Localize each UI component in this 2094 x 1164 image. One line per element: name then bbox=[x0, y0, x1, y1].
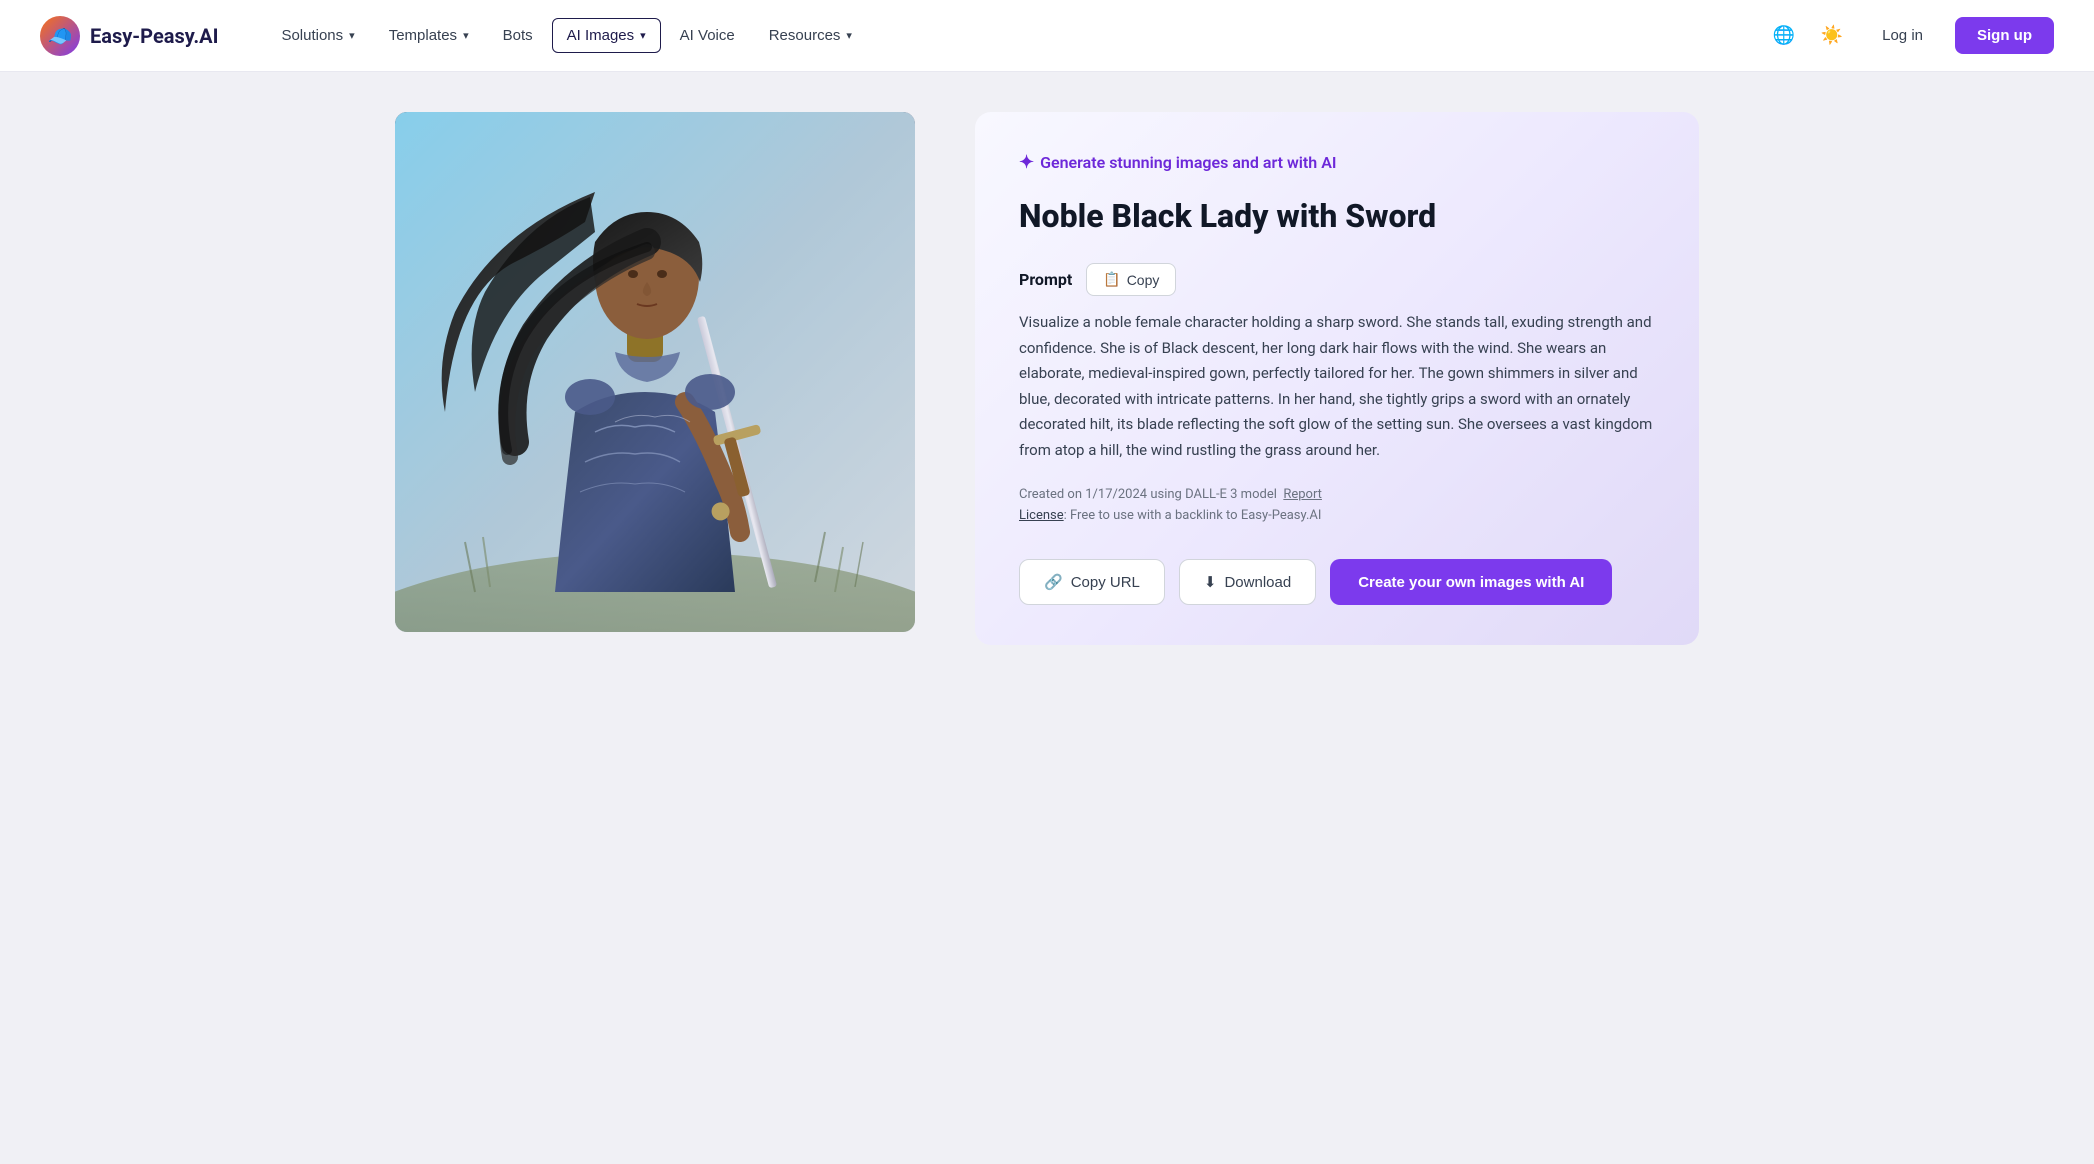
nav-ai-images[interactable]: AI Images ▾ bbox=[552, 18, 661, 53]
license-info: License: Free to use with a backlink to … bbox=[1019, 508, 1655, 523]
nav-resources[interactable]: Resources ▾ bbox=[754, 18, 867, 53]
license-link[interactable]: License bbox=[1019, 508, 1064, 523]
chevron-down-icon: ▾ bbox=[640, 29, 646, 42]
prompt-label: Prompt bbox=[1019, 270, 1072, 289]
signup-button[interactable]: Sign up bbox=[1955, 17, 2054, 54]
chevron-down-icon: ▾ bbox=[349, 29, 355, 42]
nav-ai-voice[interactable]: AI Voice bbox=[665, 18, 750, 53]
copy-url-button[interactable]: 🔗 Copy URL bbox=[1019, 559, 1165, 605]
nav-templates[interactable]: Templates ▾ bbox=[374, 18, 484, 53]
download-button[interactable]: ⬇ Download bbox=[1179, 559, 1316, 605]
action-buttons: 🔗 Copy URL ⬇ Download Create your own im… bbox=[1019, 559, 1655, 605]
hero-image bbox=[395, 112, 915, 632]
chevron-down-icon: ▾ bbox=[463, 29, 469, 42]
main-nav: Solutions ▾ Templates ▾ Bots AI Images ▾… bbox=[266, 18, 1766, 53]
hero-image-svg bbox=[395, 112, 915, 632]
image-title: Noble Black Lady with Sword bbox=[1019, 197, 1655, 235]
chevron-down-icon: ▾ bbox=[846, 29, 852, 42]
header: 🧢 Easy-Peasy.AI Solutions ▾ Templates ▾ … bbox=[0, 0, 2094, 72]
nav-solutions[interactable]: Solutions ▾ bbox=[266, 18, 369, 53]
prompt-header: Prompt 📋 Copy bbox=[1019, 263, 1655, 296]
prompt-section: Prompt 📋 Copy Visualize a noble female c… bbox=[1019, 263, 1655, 463]
copy-icon: 📋 bbox=[1103, 271, 1120, 288]
logo[interactable]: 🧢 Easy-Peasy.AI bbox=[40, 16, 218, 56]
nav-bots[interactable]: Bots bbox=[488, 18, 548, 53]
logo-text: Easy-Peasy.AI bbox=[90, 24, 218, 48]
create-images-button[interactable]: Create your own images with AI bbox=[1330, 559, 1612, 605]
theme-toggle[interactable]: ☀️ bbox=[1814, 18, 1850, 54]
spark-icon: ✦ bbox=[1019, 152, 1034, 173]
main-content: ✦ Generate stunning images and art with … bbox=[347, 72, 1747, 685]
download-icon: ⬇ bbox=[1204, 573, 1217, 591]
info-panel: ✦ Generate stunning images and art with … bbox=[975, 112, 1699, 645]
meta-info: Created on 1/17/2024 using DALL-E 3 mode… bbox=[1019, 487, 1655, 502]
logo-icon: 🧢 bbox=[40, 16, 80, 56]
login-button[interactable]: Log in bbox=[1862, 19, 1943, 52]
prompt-text: Visualize a noble female character holdi… bbox=[1019, 310, 1655, 463]
globe-icon: 🌐 bbox=[1773, 25, 1795, 46]
report-link[interactable]: Report bbox=[1283, 487, 1322, 502]
generate-badge: ✦ Generate stunning images and art with … bbox=[1019, 152, 1655, 173]
sun-icon: ☀️ bbox=[1821, 25, 1843, 46]
globe-button[interactable]: 🌐 bbox=[1766, 18, 1802, 54]
copy-prompt-button[interactable]: 📋 Copy bbox=[1086, 263, 1176, 296]
link-icon: 🔗 bbox=[1044, 573, 1063, 591]
image-panel bbox=[395, 112, 915, 632]
header-right: 🌐 ☀️ Log in Sign up bbox=[1766, 17, 2054, 54]
